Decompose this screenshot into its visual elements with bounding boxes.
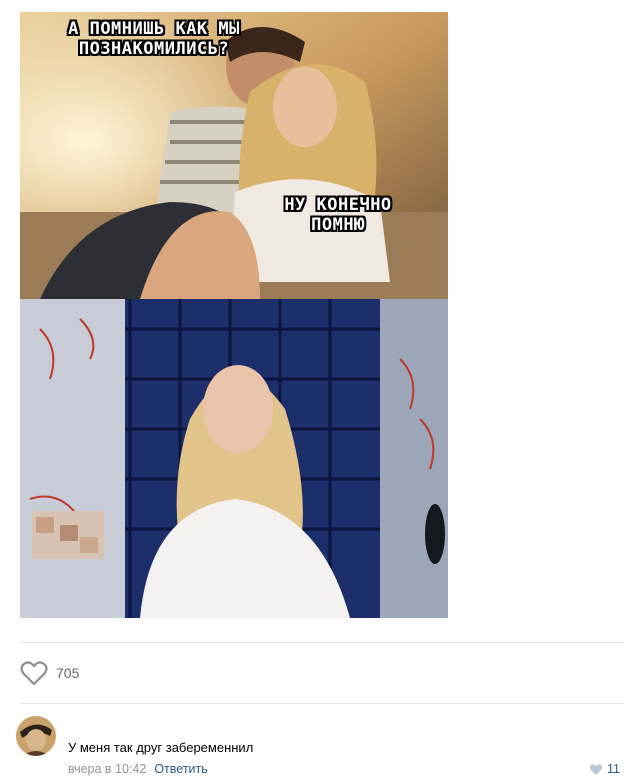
heart-icon: [20, 661, 48, 686]
comment-meta: вчера в 10:42 Ответить: [68, 762, 208, 776]
comment-text: У меня так друг забеременнил: [68, 740, 254, 755]
comment: У меня так друг забеременнил вчера в 10:…: [16, 716, 624, 780]
like-button[interactable]: 705: [20, 660, 79, 686]
comment-likes-count: 11: [607, 762, 620, 776]
avatar[interactable]: [16, 716, 56, 756]
stall-photo: [20, 299, 448, 618]
comment-like-button[interactable]: 11: [589, 762, 620, 776]
reply-link[interactable]: Ответить: [154, 762, 207, 776]
meme-caption-top: А ПОМНИШЬ КАК МЫ ПОЗНАКОМИЛИСЬ?: [68, 19, 240, 59]
comment-time: вчера в 10:42: [68, 762, 147, 776]
meme-panel-couple: А ПОМНИШЬ КАК МЫ ПОЗНАКОМИЛИСЬ? НУ КОНЕЧ…: [20, 12, 448, 299]
heart-icon: [589, 763, 603, 775]
post-image[interactable]: А ПОМНИШЬ КАК МЫ ПОЗНАКОМИЛИСЬ? НУ КОНЕЧ…: [20, 12, 448, 618]
avatar-image: [16, 716, 56, 756]
divider: [20, 703, 624, 704]
meme-panel-stall: [20, 299, 448, 618]
meme-caption-reply: НУ КОНЕЧНО ПОМНЮ: [284, 195, 392, 235]
divider: [20, 642, 624, 643]
likes-count: 705: [56, 665, 80, 681]
